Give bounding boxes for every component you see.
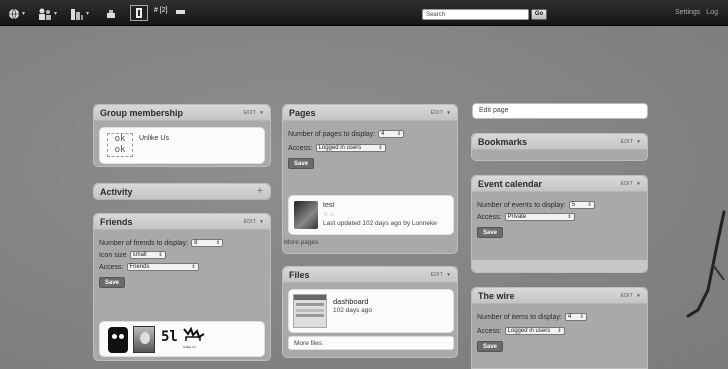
widget-header: Event calendar EDIT ▾ [472, 176, 647, 192]
group-logo[interactable]: ok ok [107, 133, 133, 157]
add-widget-icon[interactable]: + [257, 185, 263, 197]
friends-settings: Number of friends to display: 8 ⇕ Icon siz… [94, 230, 270, 291]
edit-button[interactable]: EDIT ▾ [621, 181, 640, 187]
messages-icon[interactable] [106, 7, 116, 20]
friends-list: 5l Unlike Us [99, 321, 265, 357]
field-label: Access: [288, 144, 313, 152]
edit-button[interactable]: EDIT ▾ [244, 110, 263, 116]
save-button[interactable]: Save [288, 158, 315, 169]
pages-settings: Number of pages to display: 4 ⇕ Access: Log… [283, 121, 457, 172]
items-count-select[interactable]: 4 ⇕ [564, 313, 587, 321]
field-label: Number of events to display: [477, 201, 566, 209]
widget-header: Bookmarks EDIT ▾ [472, 134, 647, 150]
edit-button[interactable]: EDIT ▾ [621, 139, 640, 145]
widget-header: Activity + [94, 184, 270, 200]
widget-header: Friends EDIT ▾ [94, 214, 270, 230]
edit-page-button[interactable]: Edit page [472, 103, 648, 119]
notifications-icon[interactable] [130, 5, 148, 21]
search-go-button[interactable]: Go [531, 9, 547, 20]
widget-header: Group membership EDIT ▾ [94, 105, 270, 121]
friends-icon[interactable]: ▾ [38, 7, 57, 20]
group-list: ok ok Unlike Us [99, 127, 265, 164]
top-toolbar: ▾ ▾ ▾ # [2] Search Go Settings Log [0, 0, 728, 26]
save-button[interactable]: Save [99, 277, 126, 288]
widget-title: Files [289, 270, 310, 280]
friend-avatar-1[interactable] [108, 327, 128, 353]
page-meta: Last updated 102 days ago by Lonneke [323, 220, 437, 227]
file-meta: 102 days ago [333, 307, 373, 314]
save-button[interactable]: Save [477, 227, 504, 238]
notification-count[interactable]: # [2] [154, 7, 168, 14]
event-calendar-widget: Event calendar EDIT ▾ Number of events to… [471, 175, 648, 273]
widget-title: Pages [289, 108, 316, 118]
home-globe-icon[interactable]: ▾ [8, 7, 25, 20]
save-button[interactable]: Save [477, 341, 504, 352]
bookmarks-widget: Bookmarks EDIT ▾ [471, 133, 648, 161]
widget-title: The wire [478, 291, 515, 301]
edit-button[interactable]: EDIT ▾ [431, 272, 450, 278]
pages-widget: Pages EDIT ▾ Number of pages to display: 4… [282, 104, 458, 254]
file-list-item[interactable]: dashboard 102 days ago [288, 289, 454, 333]
edit-button[interactable]: EDIT ▾ [244, 219, 263, 225]
field-label: Access: [99, 263, 124, 271]
field-label: Number of friends to display: [99, 239, 189, 247]
page-list-item[interactable]: test ☆ ⌂ Last updated 102 days ago by Lo… [288, 195, 454, 235]
widget-title: Friends [100, 217, 133, 227]
background-decoration [686, 210, 726, 318]
page-thumbnail [294, 201, 318, 229]
access-select[interactable]: Logged in users ⇕ [504, 327, 565, 335]
widget-title: Activity [100, 187, 133, 197]
more-pages-link[interactable]: More pages [284, 239, 318, 246]
wire-widget: The wire EDIT ▾ Number of items to displa… [471, 287, 648, 369]
icon-size-select[interactable]: small ⇕ [129, 251, 166, 259]
file-thumbnail [293, 294, 327, 328]
widget-header: Files EDIT ▾ [283, 267, 457, 283]
event-calendar-settings: Number of events to display: 5 ⇕ Access: Pr… [472, 192, 647, 241]
access-select[interactable]: Logged in users ⇕ [315, 144, 386, 152]
page-action-icons[interactable]: ☆ ⌂ [323, 211, 334, 218]
file-title-link[interactable]: dashboard [333, 297, 368, 306]
minus-icon[interactable] [176, 10, 185, 14]
activity-widget: Activity + [93, 183, 271, 200]
search-input[interactable]: Search [422, 9, 529, 20]
widget-title: Event calendar [478, 179, 543, 189]
access-select[interactable]: Private ⇕ [504, 213, 575, 221]
more-files-bar: More files [288, 336, 454, 350]
field-label: Access: [477, 213, 502, 221]
friend-avatar-4[interactable]: Unlike Us [183, 326, 213, 353]
access-select[interactable]: Friends ⇕ [126, 263, 199, 271]
widget-header: The wire EDIT ▾ [472, 288, 647, 304]
settings-link[interactable]: Settings [675, 9, 700, 16]
field-label: Access: [477, 327, 502, 335]
page-title-link[interactable]: test [323, 202, 334, 209]
group-name-link[interactable]: Unlike Us [139, 135, 169, 142]
logout-link[interactable]: Log [706, 9, 718, 16]
more-files-link[interactable]: More files [294, 340, 322, 347]
field-label: Icon size [99, 251, 127, 259]
friend-avatar-3[interactable]: 5l [161, 329, 178, 345]
top-links: Settings Log [675, 9, 724, 16]
friend-avatar-2[interactable] [133, 326, 155, 353]
edit-button[interactable]: EDIT ▾ [621, 293, 640, 299]
pages-count-select[interactable]: 4 ⇕ [378, 130, 405, 138]
friends-count-select[interactable]: 8 ⇕ [191, 239, 224, 247]
field-label: Number of pages to display: [288, 130, 376, 138]
widget-footer [472, 260, 647, 272]
files-widget: Files EDIT ▾ dashboard 102 days ago More … [282, 266, 458, 358]
events-count-select[interactable]: 5 ⇕ [568, 201, 595, 209]
widget-title: Bookmarks [478, 137, 528, 147]
widget-header: Pages EDIT ▾ [283, 105, 457, 121]
group-membership-widget: Group membership EDIT ▾ ok ok Unlike Us [93, 104, 271, 167]
field-label: Number of items to display: [477, 313, 562, 321]
network-icon[interactable]: ▾ [70, 7, 89, 20]
avatar-caption: Unlike Us [183, 345, 196, 349]
friends-widget: Friends EDIT ▾ Number of friends to displ… [93, 213, 271, 361]
wire-settings: Number of items to display: 4 ⇕ Access: Log… [472, 304, 647, 355]
widget-title: Group membership [100, 108, 184, 118]
edit-button[interactable]: EDIT ▾ [431, 110, 450, 116]
